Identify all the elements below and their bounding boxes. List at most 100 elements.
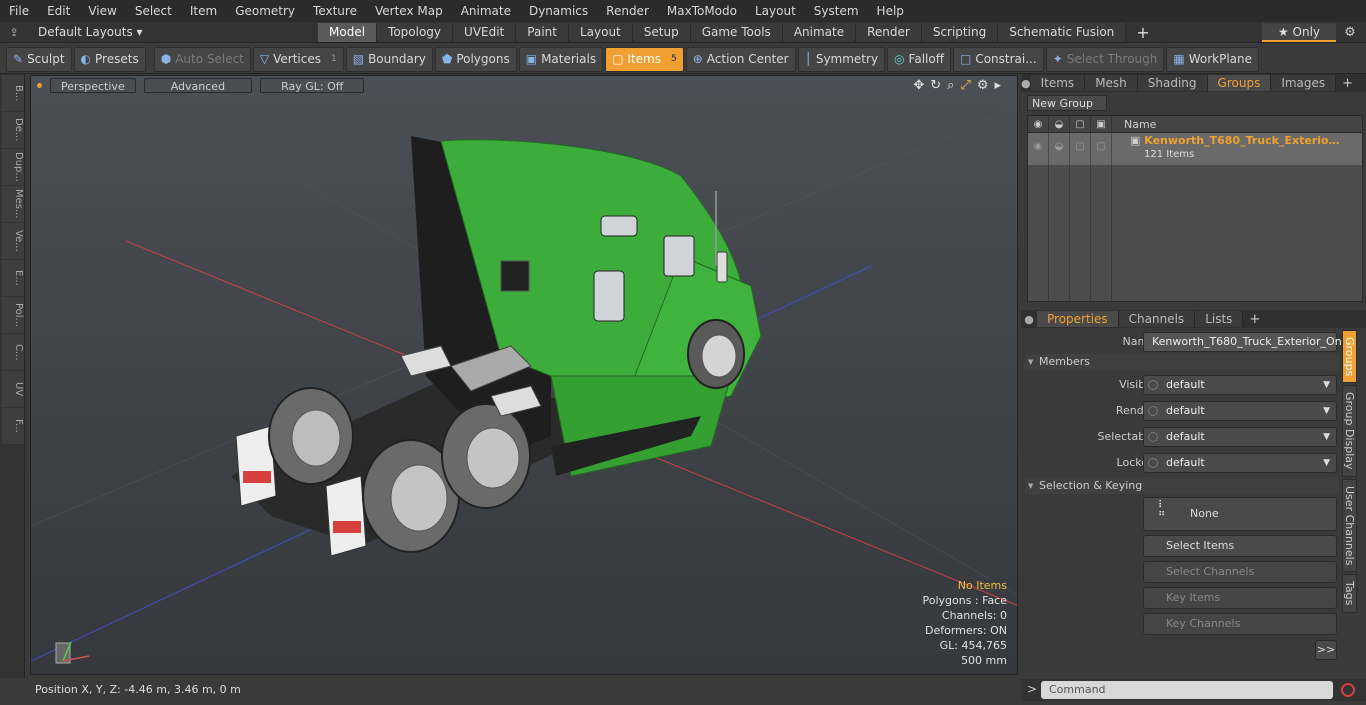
tab-items[interactable]: Items <box>1030 75 1086 91</box>
group-entry[interactable]: ▣ Kenworth_T680_Truck_Exterior_Only 121 … <box>1112 133 1362 165</box>
add-panel-tab-icon[interactable]: + <box>1336 76 1359 91</box>
tab-scripting[interactable]: Scripting <box>921 22 999 42</box>
3d-viewport[interactable]: Perspective Advanced Ray GL: Off ✥ ↻ ⌕ ⤢… <box>30 75 1018 675</box>
locked-dropdown[interactable]: default ▼ <box>1143 453 1337 473</box>
tab-mesh[interactable]: Mesh ... <box>1085 75 1138 106</box>
only-toggle[interactable]: ★ Only <box>1262 23 1336 42</box>
vertices-button[interactable]: ▽ Vertices 1 <box>252 46 344 72</box>
left-tool-mesh[interactable]: Mes... <box>2 186 24 222</box>
menu-dynamics[interactable]: Dynamics <box>520 0 597 22</box>
left-tool-deform[interactable]: De... <box>2 112 24 148</box>
side-tab-user-channels[interactable]: User Channels <box>1342 478 1357 573</box>
tab-uvedit[interactable]: UVEdit <box>453 22 517 42</box>
materials-button[interactable]: ▣ Materials <box>518 46 604 72</box>
menu-help[interactable]: Help <box>868 0 913 22</box>
menu-vertex-map[interactable]: Vertex Map <box>366 0 452 22</box>
gear-icon[interactable]: ⚙ <box>1340 22 1360 43</box>
menu-view[interactable]: View <box>79 0 125 22</box>
menu-texture[interactable]: Texture <box>304 0 366 22</box>
row-lock-icon[interactable]: ▢ <box>1091 133 1112 165</box>
selection-keying-section[interactable]: Selection & Keying <box>1025 478 1339 494</box>
left-tool-curve[interactable]: C... <box>2 334 24 370</box>
tab-game-tools[interactable]: Game Tools <box>690 22 783 42</box>
viewport-gear-icon[interactable]: ⚙ <box>977 78 989 93</box>
new-group-button[interactable]: New Group <box>1027 95 1107 111</box>
row-eye-icon[interactable]: ◉ <box>1028 133 1049 165</box>
table-row[interactable]: ◉ ◒ ▢ ▢ ▣ Kenworth_T680_Truck_Exterior_O… <box>1028 133 1362 165</box>
tab-schematic-fusion[interactable]: Schematic Fusion <box>998 22 1127 42</box>
side-tab-groups[interactable]: Groups <box>1342 330 1357 384</box>
row-render-icon[interactable]: ◒ <box>1049 133 1070 165</box>
presets-button[interactable]: ◐ Presets <box>73 46 146 72</box>
key-channels-button[interactable]: Key Channels <box>1143 613 1337 635</box>
select-cube-icon[interactable]: ▢ <box>1070 116 1091 132</box>
zoom-icon[interactable]: ⌕ <box>947 78 954 93</box>
add-tab-icon[interactable]: + <box>1126 23 1159 42</box>
pan-icon[interactable]: ✥ <box>913 78 924 93</box>
viewport-expand-icon[interactable]: ▸ <box>994 78 1001 93</box>
panel-menu-dot-icon[interactable]: ● <box>1021 77 1031 90</box>
left-tool-fusion[interactable]: F... <box>2 408 24 444</box>
tab-setup[interactable]: Setup <box>632 22 691 42</box>
left-tool-uv[interactable]: UV <box>2 371 24 407</box>
command-input[interactable]: Command <box>1041 681 1333 699</box>
constraints-button[interactable]: □ Constrai... <box>952 46 1044 72</box>
advanced-dropdown[interactable]: Advanced <box>143 77 253 93</box>
none-button[interactable]: ⠇ ⠶ None <box>1143 497 1337 531</box>
tab-groups[interactable]: Groups <box>1207 75 1272 91</box>
sculpt-button[interactable]: ✎ Sculpt <box>6 46 72 72</box>
default-layouts-dropdown[interactable]: Default Layouts ▾ <box>28 25 318 39</box>
side-tab-group-display[interactable]: Group Display <box>1342 385 1357 477</box>
expand-panel-icon[interactable]: ⤢ <box>1359 76 1366 91</box>
polygons-button[interactable]: ⬟ Polygons <box>434 46 517 72</box>
members-section[interactable]: Members <box>1025 354 1339 370</box>
left-tool-duplicate[interactable]: Dup... <box>2 149 24 185</box>
name-field[interactable]: Kenworth_T680_Truck_Exterior_Only <box>1143 332 1351 352</box>
menu-animate[interactable]: Animate <box>452 0 520 22</box>
perspective-dropdown[interactable]: Perspective <box>50 77 136 93</box>
select-items-button[interactable]: Select Items <box>1143 535 1337 557</box>
menu-select[interactable]: Select <box>126 0 181 22</box>
visibility-eye-icon[interactable]: ◉ <box>1028 116 1049 132</box>
menu-geometry[interactable]: Geometry <box>226 0 304 22</box>
visible-dropdown[interactable]: default ▼ <box>1143 375 1337 395</box>
boundary-button[interactable]: ▧ Boundary <box>345 46 433 72</box>
selectable-dropdown[interactable]: default ▼ <box>1143 427 1337 447</box>
side-tab-tags[interactable]: Tags <box>1342 574 1357 613</box>
tab-animate[interactable]: Animate <box>782 22 857 42</box>
menu-item[interactable]: Item <box>181 0 226 22</box>
action-center-button[interactable]: ⊕ Action Center <box>685 46 796 72</box>
menu-maxtomodo[interactable]: MaxToModo <box>658 0 746 22</box>
tab-layout[interactable]: Layout <box>568 22 633 42</box>
fit-icon[interactable]: ⤢ <box>960 78 970 93</box>
menu-edit[interactable]: Edit <box>38 0 79 22</box>
left-tool-vertex[interactable]: Ve... <box>2 223 24 259</box>
tab-render[interactable]: Render <box>856 22 922 42</box>
more-button[interactable]: >> <box>1315 640 1337 660</box>
select-channels-button[interactable]: Select Channels <box>1143 561 1337 583</box>
left-tool-polygon[interactable]: Pol... <box>2 297 24 333</box>
left-tool-basic[interactable]: B... <box>2 75 24 111</box>
falloff-button[interactable]: ◎ Falloff <box>887 46 951 72</box>
rotate-icon[interactable]: ↻ <box>930 78 941 93</box>
menu-layout[interactable]: Layout <box>746 0 805 22</box>
menu-file[interactable]: File <box>0 0 38 22</box>
render-icon[interactable]: ◒ <box>1049 116 1070 132</box>
auto-select-button[interactable]: ⬢ Auto Select <box>153 46 251 72</box>
render-dropdown[interactable]: default ▼ <box>1143 401 1337 421</box>
select-through-button[interactable]: ✦ Select Through <box>1045 46 1165 72</box>
viewport-menu-dot[interactable] <box>37 82 42 88</box>
key-items-button[interactable]: Key Items <box>1143 587 1337 609</box>
tab-images[interactable]: Images <box>1271 75 1337 91</box>
tab-model[interactable]: Model <box>318 22 378 42</box>
row-select-icon[interactable]: ▢ <box>1070 133 1091 165</box>
lock-icon[interactable]: ▣ <box>1091 116 1112 132</box>
layout-arrows-icon[interactable]: ⇪ <box>0 26 28 39</box>
workplane-button[interactable]: ▦ WorkPlane <box>1166 46 1260 72</box>
symmetry-button[interactable]: │ Symmetry <box>797 46 886 72</box>
menu-system[interactable]: System <box>805 0 868 22</box>
raygl-dropdown[interactable]: Ray GL: Off <box>260 77 365 93</box>
items-button[interactable]: ▢ Items 5 <box>605 46 684 72</box>
tab-paint[interactable]: Paint <box>516 22 569 42</box>
tab-topology[interactable]: Topology <box>377 22 454 42</box>
